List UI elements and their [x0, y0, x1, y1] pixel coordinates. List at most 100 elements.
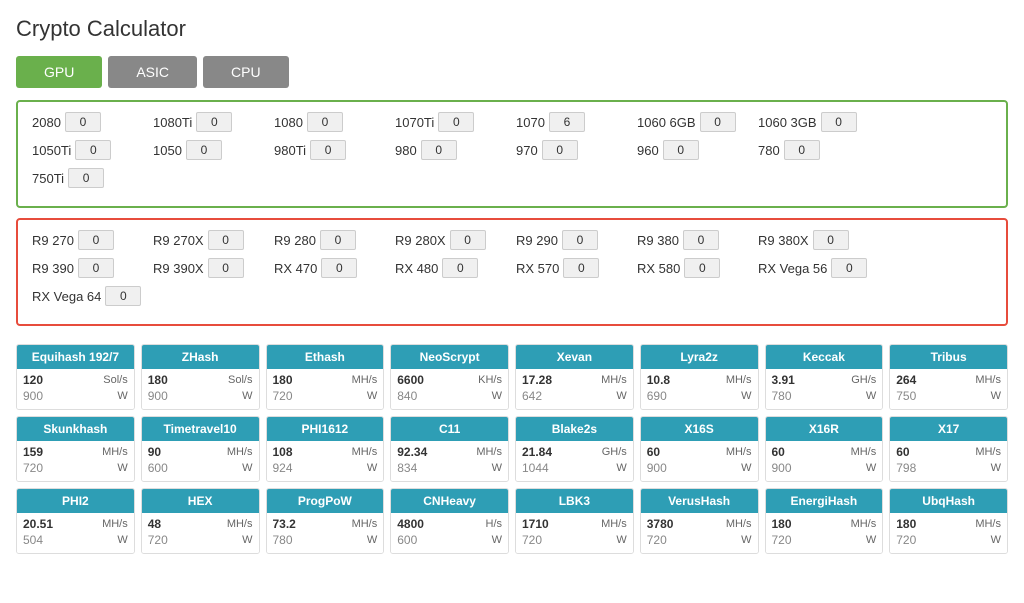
gpu-input[interactable] [438, 112, 474, 132]
algo-hashrate-value: 180 [772, 517, 792, 531]
algo-power-value: 690 [647, 389, 667, 403]
tab-cpu[interactable]: CPU [203, 56, 289, 88]
gpu-input[interactable] [186, 140, 222, 160]
nvidia-gpu-row-0: 2080 1080Ti 1080 1070Ti 1070 1060 6GB 10… [32, 112, 992, 136]
gpu-input[interactable] [310, 140, 346, 160]
gpu-input[interactable] [450, 230, 486, 250]
gpu-input[interactable] [784, 140, 820, 160]
algo-header: VerusHash [641, 489, 758, 513]
gpu-label: RX 470 [274, 261, 317, 276]
algo-hashrate-row: 73.2 MH/s [273, 517, 378, 531]
algo-power-unit: W [492, 462, 502, 474]
gpu-input[interactable] [813, 230, 849, 250]
algo-hashrate-row: 4800 H/s [397, 517, 502, 531]
algo-card-xevan: Xevan 17.28 MH/s 642 W [515, 344, 634, 410]
algo-power-value: 900 [647, 461, 667, 475]
gpu-input[interactable] [663, 140, 699, 160]
algo-power-row: 1044 W [522, 461, 627, 475]
algo-hashrate-value: 159 [23, 445, 43, 459]
gpu-input[interactable] [542, 140, 578, 160]
algo-body: 264 MH/s 750 W [890, 369, 1007, 409]
gpu-input[interactable] [320, 230, 356, 250]
algo-header: CNHeavy [391, 489, 508, 513]
algo-header: Timetravel10 [142, 417, 259, 441]
gpu-input[interactable] [208, 230, 244, 250]
gpu-input[interactable] [683, 230, 719, 250]
gpu-input[interactable] [208, 258, 244, 278]
algo-power-value: 780 [273, 533, 293, 547]
algo-header: ProgPoW [267, 489, 384, 513]
nvidia-gpu-item: 1050 [153, 140, 268, 160]
gpu-label: 2080 [32, 115, 61, 130]
algo-power-unit: W [367, 534, 377, 546]
algo-card-lbk3: LBK3 1710 MH/s 720 W [515, 488, 634, 554]
algo-hashrate-unit: MH/s [352, 518, 378, 530]
algo-hashrate-row: 3.91 GH/s [772, 373, 877, 387]
algo-body: 180 MH/s 720 W [890, 513, 1007, 553]
gpu-label: 980 [395, 143, 417, 158]
algo-hashrate-value: 180 [148, 373, 168, 387]
gpu-label: R9 280X [395, 233, 446, 248]
algo-power-row: 900 W [23, 389, 128, 403]
algo-power-value: 924 [273, 461, 293, 475]
algo-body: 17.28 MH/s 642 W [516, 369, 633, 409]
algo-hashrate-value: 264 [896, 373, 916, 387]
algo-hashrate-row: 159 MH/s [23, 445, 128, 459]
algo-power-row: 600 W [148, 461, 253, 475]
algo-power-value: 720 [522, 533, 542, 547]
amd-gpu-item: RX Vega 56 [758, 258, 873, 278]
gpu-input[interactable] [307, 112, 343, 132]
gpu-label: RX Vega 56 [758, 261, 827, 276]
algo-hashrate-unit: MH/s [975, 374, 1001, 386]
algo-power-unit: W [492, 390, 502, 402]
gpu-input[interactable] [78, 230, 114, 250]
algo-card-ubqhash: UbqHash 180 MH/s 720 W [889, 488, 1008, 554]
gpu-input[interactable] [700, 112, 736, 132]
algo-power-unit: W [741, 390, 751, 402]
nvidia-gpu-row-1: 1050Ti 1050 980Ti 980 970 960 780 [32, 140, 992, 164]
algo-hashrate-row: 6600 KH/s [397, 373, 502, 387]
nvidia-gpu-item: 750Ti [32, 168, 147, 188]
algo-card-phi1612: PHI1612 108 MH/s 924 W [266, 416, 385, 482]
amd-gpu-row-2: RX Vega 64 [32, 286, 992, 310]
gpu-input[interactable] [196, 112, 232, 132]
algo-hashrate-unit: KH/s [478, 374, 502, 386]
algo-body: 180 MH/s 720 W [267, 369, 384, 409]
gpu-label: R9 380X [758, 233, 809, 248]
gpu-input[interactable] [321, 258, 357, 278]
gpu-input[interactable] [684, 258, 720, 278]
algo-power-value: 720 [273, 389, 293, 403]
gpu-label: 1080Ti [153, 115, 192, 130]
algo-power-unit: W [242, 390, 252, 402]
algo-power-row: 600 W [397, 533, 502, 547]
gpu-input[interactable] [549, 112, 585, 132]
gpu-input[interactable] [78, 258, 114, 278]
gpu-label: 1070 [516, 115, 545, 130]
amd-gpu-item: R9 280X [395, 230, 510, 250]
algo-hashrate-row: 180 Sol/s [148, 373, 253, 387]
gpu-input[interactable] [442, 258, 478, 278]
algo-header: Lyra2z [641, 345, 758, 369]
gpu-label: 1060 6GB [637, 115, 696, 130]
gpu-input[interactable] [421, 140, 457, 160]
gpu-input[interactable] [105, 286, 141, 306]
algo-power-row: 900 W [772, 461, 877, 475]
algo-power-unit: W [616, 390, 626, 402]
tab-asic[interactable]: ASIC [108, 56, 197, 88]
gpu-label: RX Vega 64 [32, 289, 101, 304]
gpu-input[interactable] [65, 112, 101, 132]
algo-power-value: 900 [148, 389, 168, 403]
algo-power-row: 720 W [647, 533, 752, 547]
algo-header: X17 [890, 417, 1007, 441]
gpu-input[interactable] [75, 140, 111, 160]
gpu-input[interactable] [831, 258, 867, 278]
gpu-input[interactable] [68, 168, 104, 188]
algo-hashrate-value: 6600 [397, 373, 424, 387]
tab-gpu[interactable]: GPU [16, 56, 102, 88]
gpu-input[interactable] [563, 258, 599, 278]
algo-power-value: 780 [772, 389, 792, 403]
gpu-input[interactable] [821, 112, 857, 132]
gpu-input[interactable] [562, 230, 598, 250]
algo-card-progpow: ProgPoW 73.2 MH/s 780 W [266, 488, 385, 554]
algo-body: 3780 MH/s 720 W [641, 513, 758, 553]
